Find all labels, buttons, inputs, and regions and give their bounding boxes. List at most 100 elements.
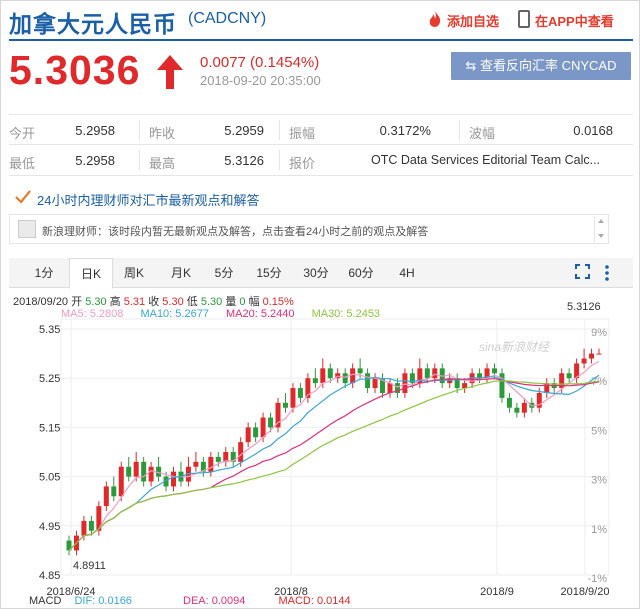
candle-body: [521, 402, 527, 413]
y-tick-label: 4.85: [39, 570, 60, 582]
candle-body: [365, 373, 371, 389]
y-tick-label: 4.95: [39, 521, 60, 533]
stat-value: 5.3126: [224, 153, 264, 168]
scrollbar[interactable]: [594, 216, 607, 242]
macd-readout: MACD DIF: 0.0166 DEA: 0.0094 MACD: 0.014…: [29, 595, 351, 607]
stat-value: 5.2959: [224, 123, 264, 138]
y-tick-label: 5.25: [39, 373, 60, 385]
candle-body: [372, 378, 378, 389]
divider: [279, 150, 280, 170]
stat-label: 今开: [9, 126, 36, 141]
pct-tick-label: -1%: [587, 573, 607, 585]
period-tabs: 1分 日K 周K 月K 5分 15分 30分 60分 4H: [9, 258, 633, 289]
tab-monthly-k[interactable]: 月K: [166, 258, 196, 288]
tab-4h[interactable]: 4H: [392, 258, 422, 288]
page-title: 加拿大元人民币: [9, 11, 177, 37]
candle-body: [253, 427, 259, 438]
current-price: 5.3036: [9, 47, 141, 93]
stat-label: 振幅: [289, 126, 316, 141]
candle-body: [245, 427, 251, 443]
pct-tick-label: 1%: [591, 524, 607, 536]
expert-section: 24小时内理财师对汇市最新观点和解答: [9, 188, 633, 208]
reverse-rate-button[interactable]: ⇆ 查看反向汇率 CNYCAD: [451, 52, 631, 80]
candle-body: [320, 368, 326, 384]
candle-body: [357, 368, 363, 374]
candle-body: [432, 368, 438, 379]
candle-body: [133, 461, 139, 477]
divider: [459, 120, 460, 140]
tab-weekly-k[interactable]: 周K: [119, 258, 149, 288]
expert-notice[interactable]: 新浪理财师：该时段内暂无最新观点及解答，点击查看24小时之前的观点及解答: [9, 214, 609, 244]
stats-table: 今开 5.2958 昨收 5.2959 振幅 0.3172% 波幅 0.0168…: [9, 114, 633, 176]
candle-body: [118, 466, 124, 497]
header: 加拿大元人民币 (CADCNY) 添加自选 在APP中查看: [1, 1, 640, 39]
avatar: [18, 220, 36, 238]
more-icon[interactable]: [604, 264, 610, 282]
tab-15min[interactable]: 15分: [252, 258, 286, 288]
macd-title: MACD: [29, 595, 62, 607]
candle-body: [342, 373, 348, 384]
y-tick-label: 5.15: [39, 422, 60, 434]
macd-dif: DIF: 0.0166: [74, 595, 132, 607]
candle-body: [514, 407, 520, 413]
divider: [279, 120, 280, 140]
candle-body: [589, 353, 595, 359]
candle-body: [566, 373, 572, 379]
ma10-line: [68, 374, 600, 551]
view-in-app-button[interactable]: 在APP中查看: [517, 11, 614, 30]
pct-tick-label: 3%: [591, 475, 607, 487]
macd-dea: DEA: 0.0094: [183, 595, 246, 607]
ma30-line: [68, 380, 600, 551]
view-in-app-label: 在APP中查看: [535, 14, 614, 29]
y-tick-label: 5.05: [39, 472, 60, 484]
notice-text[interactable]: 新浪理财师：该时段内暂无最新观点及解答，点击查看24小时之前的观点及解答: [42, 223, 428, 239]
kline-chart[interactable]: 5.355.255.155.054.954.859%7%5%3%1%-1%201…: [1, 289, 640, 609]
pct-tick-label: 5%: [591, 425, 607, 437]
scroll-down-icon[interactable]: [598, 234, 604, 238]
tab-1min[interactable]: 1分: [29, 258, 59, 288]
stat-label: 报价: [289, 156, 316, 171]
x-tick-label: 2018/9: [480, 586, 514, 598]
arrow-up-icon: [157, 55, 183, 89]
quote-timestamp: 2018-09-20 20:35:00: [200, 73, 321, 88]
plot-frame: [60, 318, 610, 576]
header-divider: [9, 39, 633, 41]
price-change: 0.0077 (0.1454%): [200, 54, 320, 71]
candle-body: [88, 520, 94, 531]
stats-row: 最低 5.2958 最高 5.3126 报价 OTC Data Services…: [9, 145, 633, 176]
stats-row: 今开 5.2958 昨收 5.2959 振幅 0.3172% 波幅 0.0168: [9, 114, 633, 145]
candle-body: [208, 456, 214, 472]
candle-body: [268, 417, 274, 428]
tab-daily-k[interactable]: 日K: [69, 258, 113, 289]
ma20-line: [68, 378, 600, 551]
stat-value: 5.2958: [75, 123, 115, 138]
stat-value: OTC Data Services Editorial Team Calc...: [371, 153, 601, 167]
scroll-up-icon[interactable]: [598, 219, 604, 223]
tab-30min[interactable]: 30分: [299, 258, 333, 288]
check-icon: [15, 190, 31, 204]
divider: [139, 120, 140, 140]
tab-60min[interactable]: 60分: [344, 258, 378, 288]
expert-title[interactable]: 24小时内理财师对汇市最新观点和解答: [37, 190, 259, 209]
candle-body: [81, 520, 87, 536]
candle-body: [103, 486, 109, 507]
candle-body: [312, 378, 318, 384]
candle-body: [171, 471, 177, 487]
candle-body: [126, 466, 132, 477]
pct-tick-label: 9%: [591, 327, 607, 339]
fullscreen-icon[interactable]: [575, 264, 590, 279]
candle-body: [141, 461, 147, 482]
max-label: 5.3126: [567, 301, 601, 313]
candle-body: [193, 461, 199, 467]
add-watchlist-button[interactable]: 添加自选: [425, 11, 499, 30]
y-tick-label: 5.35: [39, 324, 60, 336]
stat-label: 最低: [9, 156, 36, 171]
tab-5min[interactable]: 5分: [209, 258, 239, 288]
candle-body: [581, 358, 587, 364]
candle-body: [402, 373, 408, 393]
candle-body: [506, 397, 512, 408]
divider: [139, 150, 140, 170]
add-watchlist-label: 添加自选: [447, 14, 500, 29]
candle-body: [148, 466, 154, 482]
watermark: sina新浪财经: [479, 340, 551, 354]
